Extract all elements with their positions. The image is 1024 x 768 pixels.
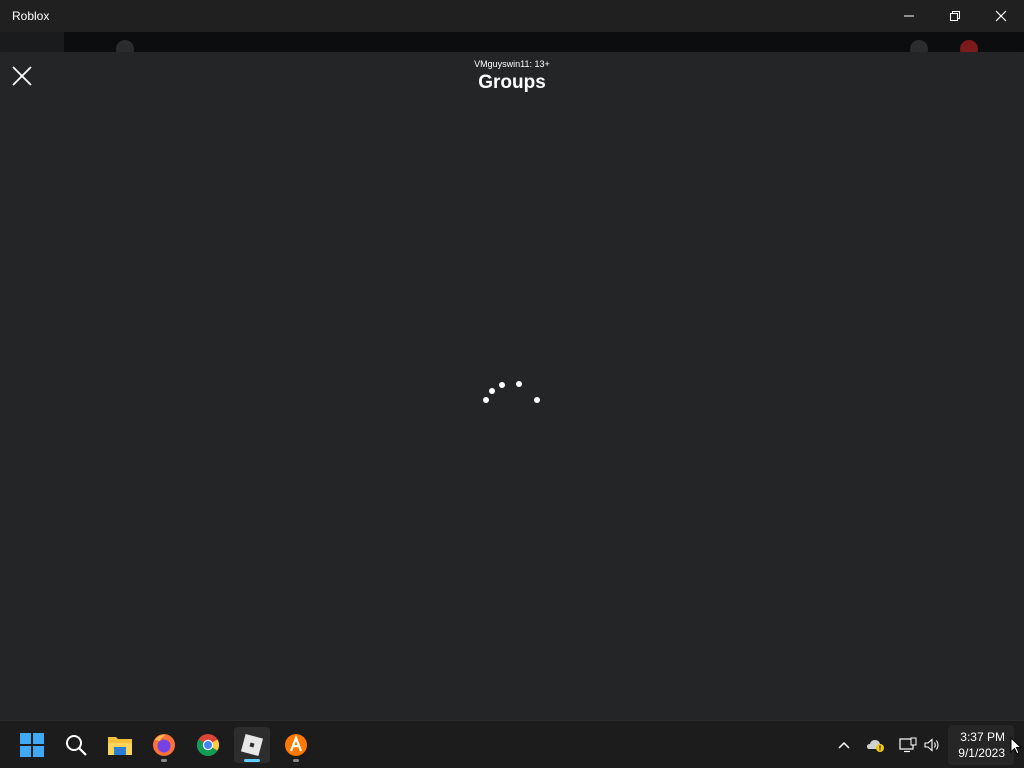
firefox-icon <box>153 734 175 756</box>
active-indicator <box>244 759 260 762</box>
account-subtitle: VMguyswin11: 13+ <box>474 59 550 69</box>
folder-icon <box>108 737 132 755</box>
clock-date: 9/1/2023 <box>958 746 1005 760</box>
onedrive-tray[interactable] <box>866 735 886 755</box>
taskbar-firefox[interactable] <box>146 727 182 763</box>
roblox-icon <box>240 733 264 757</box>
avast-icon <box>285 734 307 756</box>
screen: Roblox VMguyswin11: 13+ Groups 3:37 PM 9… <box>0 0 1024 768</box>
app-topbar <box>64 32 1024 52</box>
loading-spinner <box>478 377 546 407</box>
volume-tray[interactable] <box>922 735 942 755</box>
running-indicator <box>293 759 299 762</box>
spinner-dot <box>499 382 505 388</box>
chrome-icon <box>197 734 219 756</box>
start-button[interactable] <box>14 727 50 763</box>
spinner-dot <box>483 397 489 403</box>
volume-icon <box>924 738 939 752</box>
restore-icon <box>950 11 960 21</box>
windows-start-icon <box>20 733 44 757</box>
network-icon <box>899 737 917 753</box>
minimize-icon <box>904 15 914 17</box>
groups-overlay: VMguyswin11: 13+ Groups <box>0 52 1024 720</box>
spinner-dot <box>489 388 495 394</box>
spinner-dot <box>534 397 540 403</box>
search-icon <box>66 735 87 756</box>
taskbar-avast[interactable] <box>278 727 314 763</box>
chevron-up-icon <box>838 741 850 749</box>
onedrive-warning-icon <box>867 740 884 752</box>
window-title: Roblox <box>12 9 50 23</box>
window-close-button[interactable] <box>978 0 1024 32</box>
app-background <box>0 32 1024 58</box>
page-title: Groups <box>478 72 546 93</box>
restore-button[interactable] <box>932 0 978 32</box>
show-hidden-icons-button[interactable] <box>834 735 854 755</box>
spinner-dot <box>516 381 522 387</box>
taskbar-file-explorer[interactable] <box>102 727 138 763</box>
window-close-icon <box>995 10 1007 22</box>
taskbar-clock[interactable]: 3:37 PM 9/1/2023 <box>948 725 1014 765</box>
taskbar-chrome[interactable] <box>190 727 226 763</box>
network-tray[interactable] <box>898 735 918 755</box>
window-titlebar[interactable]: Roblox <box>0 0 1024 32</box>
clock-time: 3:37 PM <box>960 730 1005 744</box>
running-indicator <box>161 759 167 762</box>
minimize-button[interactable] <box>886 0 932 32</box>
taskbar-roblox[interactable] <box>234 727 270 763</box>
mouse-cursor-icon <box>1010 737 1022 755</box>
taskbar: 3:37 PM 9/1/2023 <box>0 720 1024 768</box>
search-button[interactable] <box>58 727 94 763</box>
